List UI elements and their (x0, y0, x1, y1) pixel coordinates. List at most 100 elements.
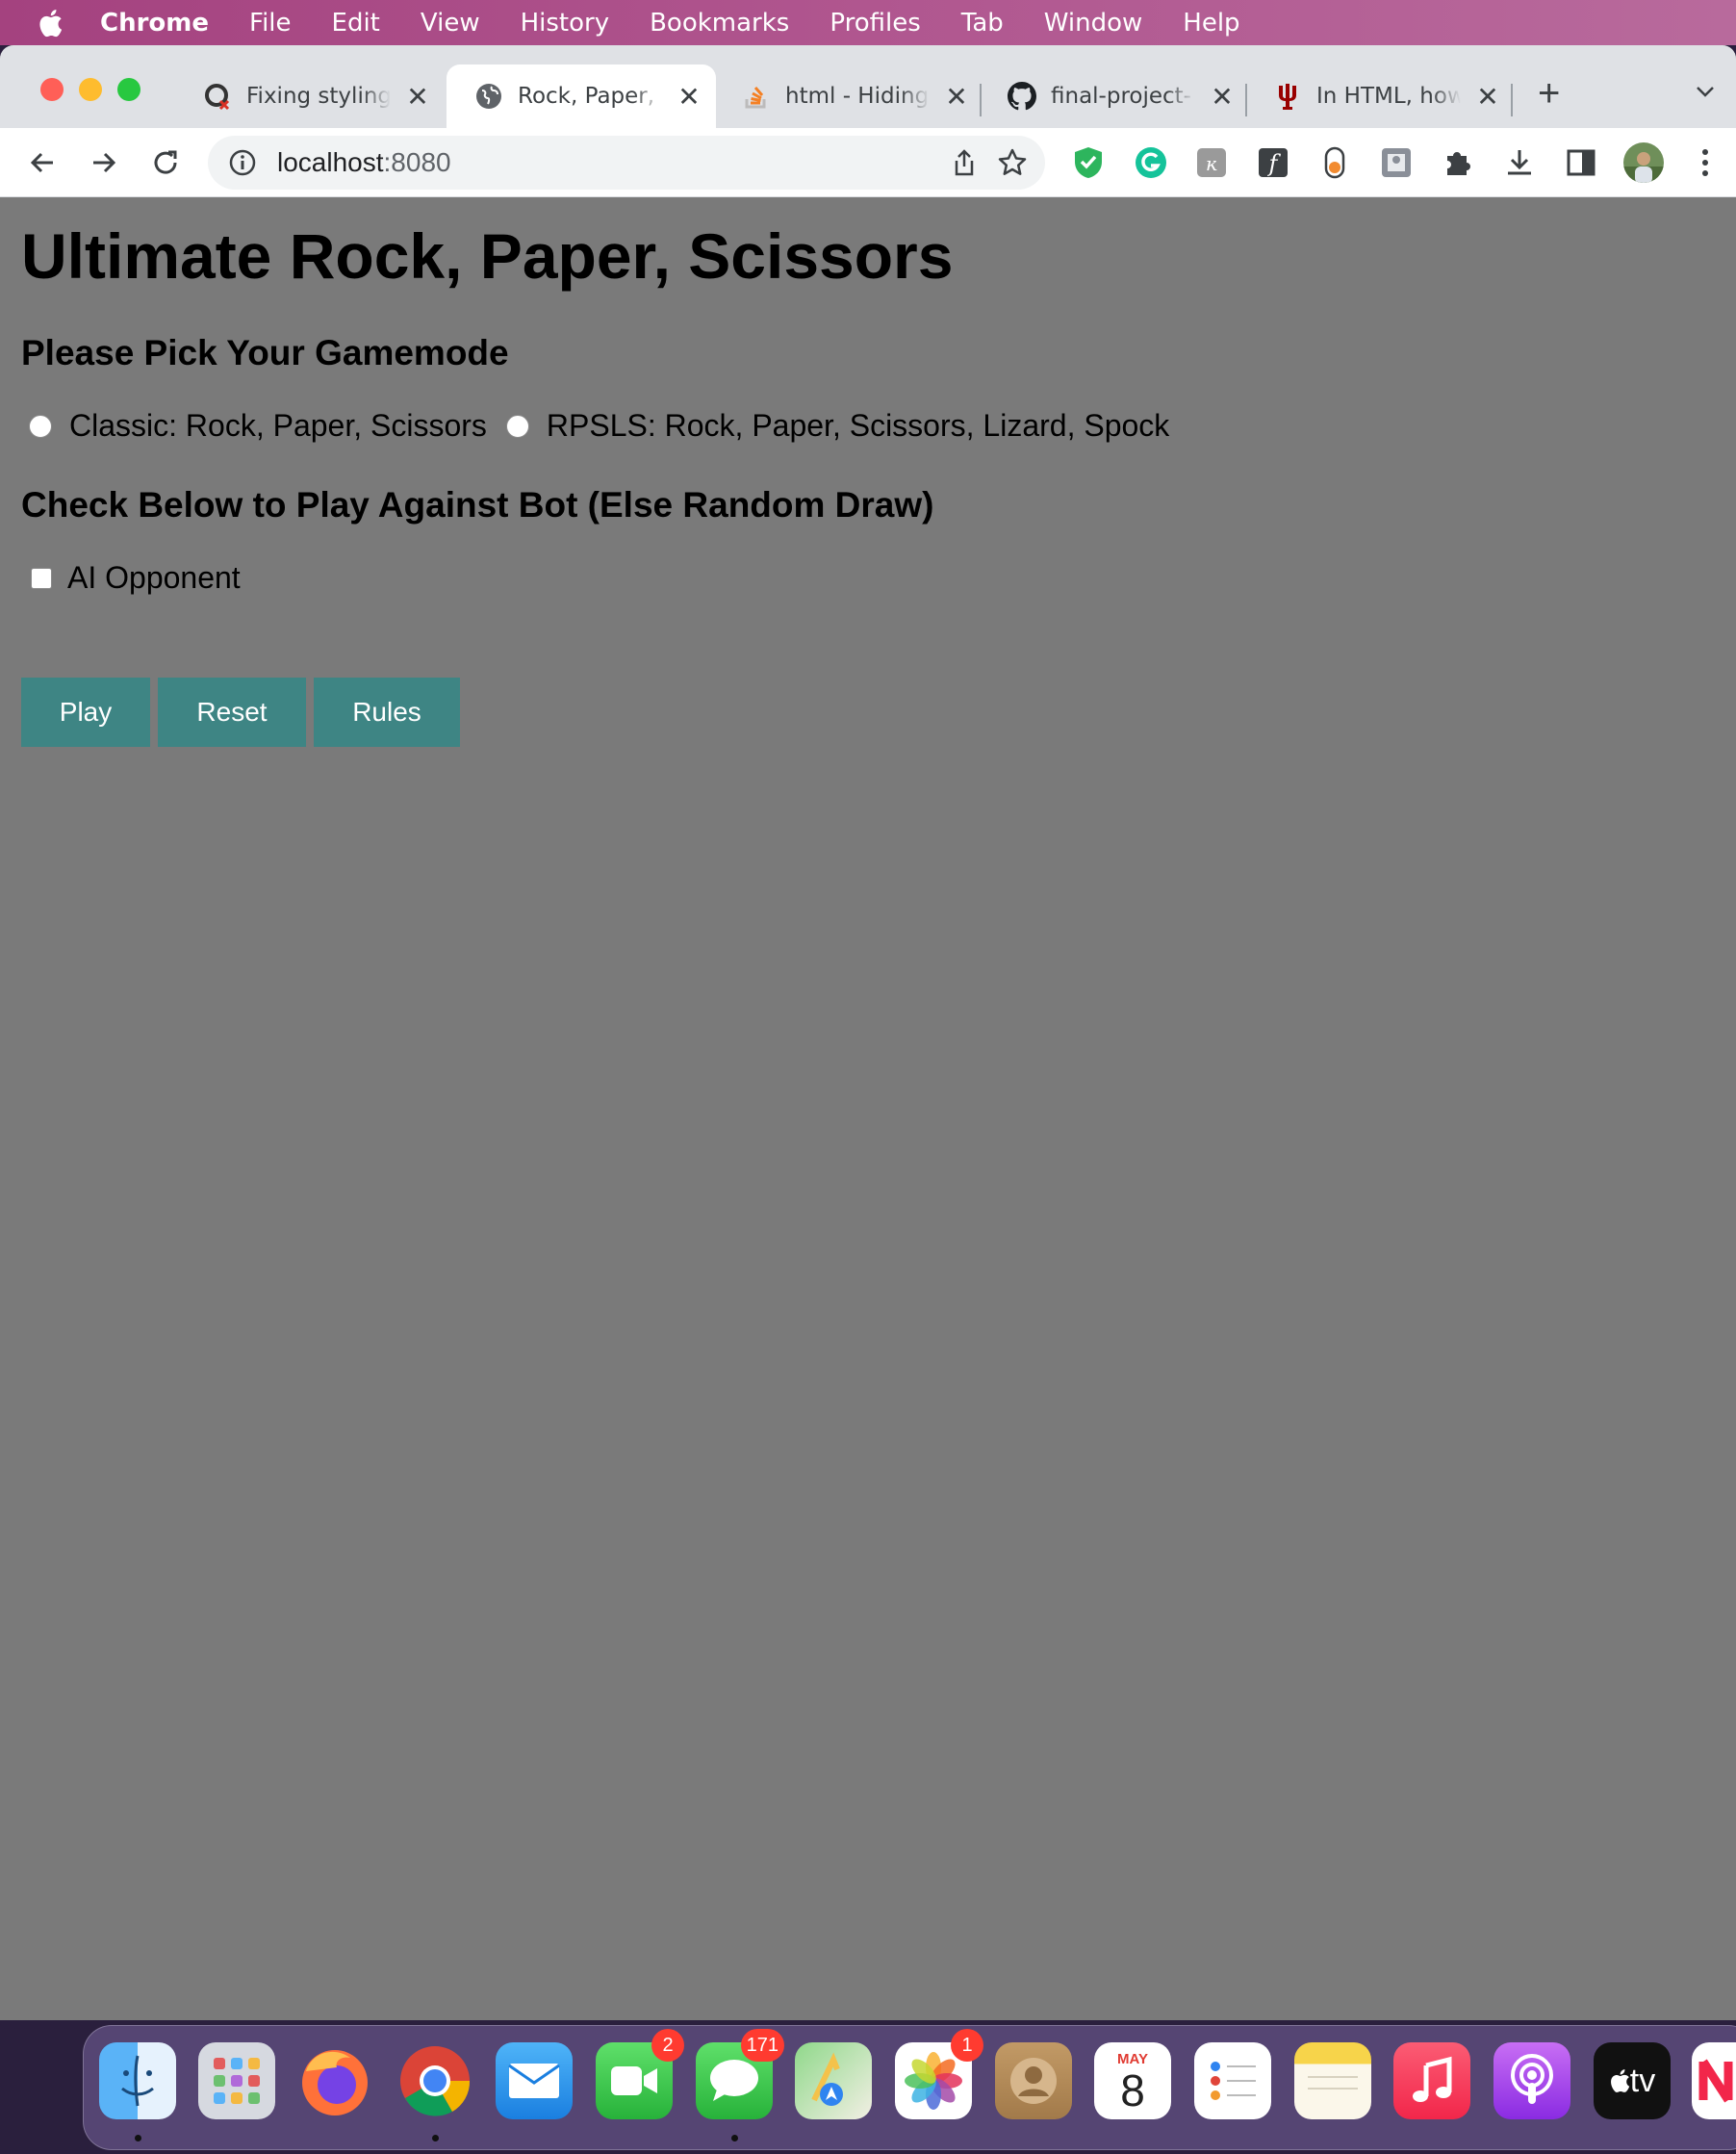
github-icon (1007, 81, 1037, 112)
tab-title: Fixing styling (246, 84, 391, 109)
notes-icon[interactable] (1294, 2042, 1371, 2119)
macos-menu-bar: Chrome File Edit View History Bookmarks … (0, 0, 1736, 45)
address-bar[interactable]: localhost:8080 (208, 136, 1045, 190)
browser-toolbar: localhost:8080 ĸ f (0, 128, 1736, 197)
running-indicator (731, 2135, 738, 2141)
calendar-month: MAY (1117, 2050, 1148, 2067)
tab-strip: Fixing styling ✕ Rock, Paper, ✕ html - H… (0, 45, 1736, 128)
url-host: localhost (277, 147, 384, 177)
reset-button[interactable]: Reset (158, 678, 306, 747)
hypothesis-extension-icon[interactable]: ĸ (1194, 145, 1229, 180)
iu-trident-icon (1272, 81, 1303, 112)
tab-final-project[interactable]: final-project- ✕ (980, 64, 1234, 128)
chrome-menu-kebab-icon[interactable] (1688, 145, 1723, 180)
ai-opponent-label[interactable]: AI Opponent (67, 560, 241, 596)
tab-title: Rock, Paper, (518, 84, 655, 109)
profile-avatar-icon[interactable] (1622, 141, 1665, 184)
stackoverflow-icon (741, 81, 772, 112)
notification-badge: 171 (740, 2029, 784, 2062)
url-text: localhost:8080 (277, 147, 451, 178)
menu-window[interactable]: Window (1044, 9, 1143, 38)
gamemode-options: Classic: Rock, Paper, Scissors RPSLS: Ro… (29, 408, 1188, 444)
close-tab-icon[interactable]: ✕ (1476, 81, 1499, 113)
ai-opponent-checkbox[interactable] (31, 567, 52, 589)
download-icon[interactable] (1502, 145, 1537, 180)
chrome-icon[interactable] (396, 2042, 473, 2119)
music-icon[interactable] (1393, 2042, 1470, 2119)
maps-icon[interactable] (795, 2042, 872, 2119)
browser-window: Fixing styling ✕ Rock, Paper, ✕ html - H… (0, 45, 1736, 2020)
site-info-icon[interactable] (227, 147, 258, 178)
side-panel-icon[interactable] (1564, 145, 1598, 180)
running-indicator (432, 2135, 439, 2141)
apple-menu-icon[interactable] (0, 9, 100, 38)
firefox-icon[interactable] (296, 2042, 373, 2119)
notification-badge: 1 (951, 2029, 983, 2062)
classic-radio-label[interactable]: Classic: Rock, Paper, Scissors (69, 408, 487, 444)
new-tab-icon[interactable]: + (1538, 74, 1560, 113)
tab-html-hiding[interactable]: html - Hiding ✕ (714, 64, 968, 128)
menu-history[interactable]: History (521, 9, 610, 38)
image-extension-icon[interactable] (1379, 145, 1414, 180)
contacts-icon[interactable] (995, 2042, 1072, 2119)
tab-search-chevron-icon[interactable] (1694, 80, 1717, 108)
finder-icon[interactable] (99, 2042, 176, 2119)
extensions-puzzle-icon[interactable] (1441, 145, 1475, 180)
rpsls-radio[interactable] (505, 414, 529, 438)
bookmark-star-icon[interactable] (997, 147, 1028, 178)
facetime-icon[interactable]: 2 (596, 2029, 684, 2119)
menu-profiles[interactable]: Profiles (830, 9, 920, 38)
minimize-window-button[interactable] (79, 78, 102, 101)
news-icon[interactable] (1692, 2042, 1736, 2119)
classic-radio[interactable] (29, 414, 52, 438)
menu-bookmarks[interactable]: Bookmarks (650, 9, 789, 38)
ai-opponent-row: AI Opponent (31, 560, 241, 596)
close-tab-icon[interactable]: ✕ (406, 81, 429, 113)
tab-in-html-how[interactable]: In HTML, how ✕ (1245, 64, 1499, 128)
grammarly-icon[interactable] (1134, 145, 1168, 180)
play-button[interactable]: Play (21, 678, 150, 747)
toggle-extension-icon[interactable] (1317, 145, 1352, 180)
calendar-icon[interactable]: MAY 8 (1094, 2042, 1171, 2119)
function-extension-icon[interactable]: f (1256, 145, 1290, 180)
podcasts-icon[interactable] (1493, 2042, 1570, 2119)
menu-file[interactable]: File (249, 9, 292, 38)
messages-icon[interactable]: 171 (696, 2029, 784, 2119)
reload-icon[interactable] (146, 143, 185, 182)
mail-icon[interactable] (496, 2042, 573, 2119)
tv-icon[interactable]: tv (1594, 2042, 1671, 2119)
tv-label: tv (1629, 2062, 1656, 2099)
menu-app-name[interactable]: Chrome (100, 9, 209, 38)
shield-extension-icon[interactable] (1071, 145, 1106, 180)
zoom-window-button[interactable] (117, 78, 140, 101)
page-title: Ultimate Rock, Paper, Scissors (21, 220, 954, 292)
tab-title: In HTML, how (1316, 84, 1461, 109)
url-port: :8080 (383, 147, 451, 177)
menu-edit[interactable]: Edit (332, 9, 380, 38)
close-tab-icon[interactable]: ✕ (945, 81, 968, 113)
menu-tab[interactable]: Tab (961, 9, 1004, 38)
close-tab-icon[interactable]: ✕ (677, 81, 701, 113)
close-tab-icon[interactable]: ✕ (1211, 81, 1234, 113)
forward-arrow-icon[interactable] (85, 143, 123, 182)
launchpad-icon[interactable] (198, 2042, 275, 2119)
notification-badge: 2 (651, 2029, 684, 2062)
menu-view[interactable]: View (421, 9, 480, 38)
action-buttons: Play Reset Rules (21, 678, 468, 747)
tab-fixing-styling[interactable]: Fixing styling ✕ (175, 64, 429, 128)
tab-rock-paper-scissors[interactable]: Rock, Paper, ✕ (447, 64, 716, 128)
tab-title: final-project- (1051, 84, 1191, 109)
gamemode-heading: Please Pick Your Gamemode (21, 333, 509, 372)
rpsls-radio-label[interactable]: RPSLS: Rock, Paper, Scissors, Lizard, Sp… (547, 408, 1169, 444)
tab-title: html - Hiding (785, 84, 930, 109)
menu-help[interactable]: Help (1183, 9, 1239, 38)
back-arrow-icon[interactable] (23, 143, 62, 182)
globe-icon (473, 81, 504, 112)
close-window-button[interactable] (40, 78, 64, 101)
share-icon[interactable] (949, 147, 980, 178)
rules-button[interactable]: Rules (314, 678, 460, 747)
calendar-day: 8 (1120, 2064, 1145, 2116)
reminders-icon[interactable] (1194, 2042, 1271, 2119)
bot-heading: Check Below to Play Against Bot (Else Ra… (21, 485, 934, 525)
photos-icon[interactable]: 1 (895, 2029, 983, 2119)
